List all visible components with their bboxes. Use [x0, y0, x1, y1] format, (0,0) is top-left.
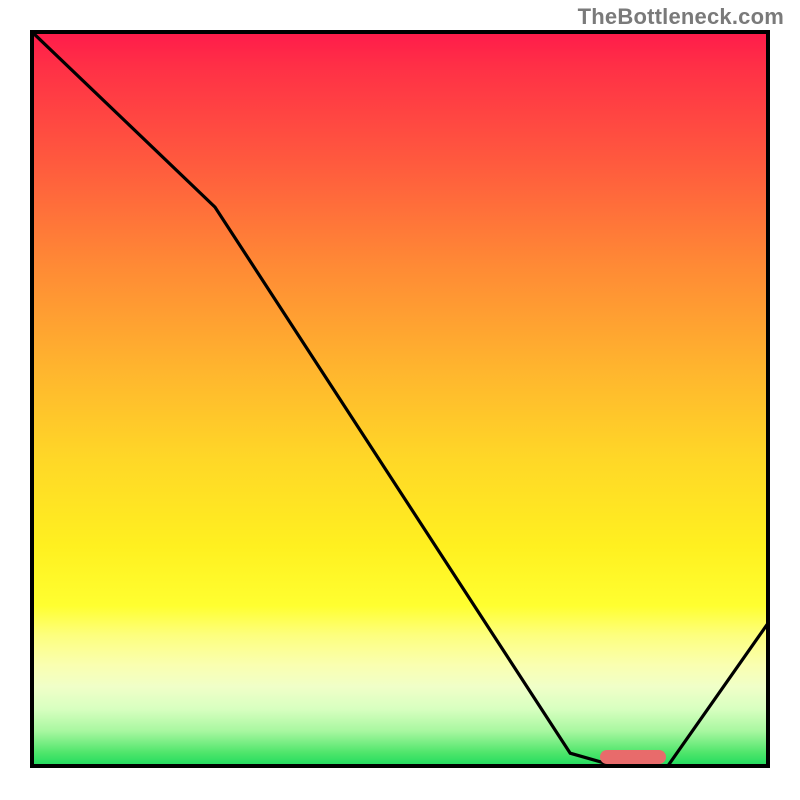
optimum-range-marker [600, 750, 667, 764]
bottleneck-curve [30, 30, 770, 768]
plot-area [30, 30, 770, 768]
attribution-text: TheBottleneck.com [578, 4, 784, 30]
